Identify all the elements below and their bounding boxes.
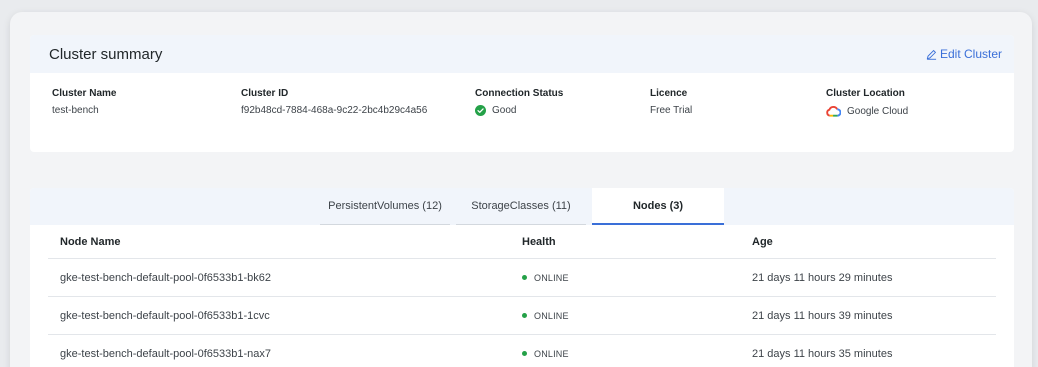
connection-status-value: Good [475, 105, 563, 116]
cluster-location-value: Google Cloud [826, 105, 908, 117]
age-cell: 21 days 11 hours 39 minutes [752, 309, 893, 322]
status-dot-icon [522, 351, 527, 356]
health-cell: ONLINE [522, 335, 569, 367]
resource-tabs: PersistentVolumes (12) StorageClasses (1… [30, 188, 1014, 225]
connection-status-label: Connection Status [475, 88, 564, 99]
licence-value: Free Trial [650, 105, 693, 116]
health-status-text: ONLINE [534, 272, 569, 283]
node-name-cell: gke-test-bench-default-pool-0f6533b1-bk6… [60, 271, 271, 284]
status-dot-icon [522, 275, 527, 280]
licence-label: Licence [650, 88, 688, 99]
table-row[interactable]: gke-test-bench-default-pool-0f6533b1-nax… [48, 335, 996, 367]
cluster-name-value: test-bench [52, 105, 99, 116]
header-node-name[interactable]: Node Name [60, 225, 121, 258]
age-cell: 21 days 11 hours 35 minutes [752, 347, 893, 360]
edit-cluster-label: Edit Cluster [939, 47, 1002, 61]
tab-persistent-volumes-label: PersistentVolumes (12) [328, 200, 442, 212]
cluster-id-value: f92b48cd-7884-468a-9c22-2bc4b29c4a56 [241, 105, 428, 116]
cluster-location-label: Cluster Location [826, 88, 905, 99]
connection-status-text: Good [492, 105, 517, 116]
pencil-icon [926, 49, 937, 60]
field-connection-status: Connection Status Good [475, 88, 563, 116]
resources-card: PersistentVolumes (12) StorageClasses (1… [30, 188, 1014, 367]
age-cell: 21 days 11 hours 29 minutes [752, 271, 893, 284]
field-cluster-id: Cluster ID f92b48cd-7884-468a-9c22-2bc4b… [241, 88, 427, 116]
cluster-summary-title: Cluster summary [49, 45, 163, 63]
tab-storage-classes-label: StorageClasses (11) [471, 200, 571, 212]
cluster-id-label: Cluster ID [241, 88, 289, 99]
tab-nodes[interactable]: Nodes (3) [592, 188, 724, 225]
status-dot-icon [522, 313, 527, 318]
cluster-summary-card: Cluster summary Edit Cluster Cluster Nam… [30, 35, 1014, 152]
field-cluster-name: Cluster Name test-bench [52, 88, 116, 116]
table-row[interactable]: gke-test-bench-default-pool-0f6533b1-bk6… [48, 259, 996, 297]
node-name-cell: gke-test-bench-default-pool-0f6533b1-nax… [60, 347, 271, 360]
table-row[interactable]: gke-test-bench-default-pool-0f6533b1-1cv… [48, 297, 996, 335]
header-age[interactable]: Age [752, 225, 773, 258]
health-status-text: ONLINE [534, 348, 569, 359]
table-header-row: Node Name Health Age [48, 225, 996, 259]
health-cell: ONLINE [522, 297, 569, 334]
node-name-cell: gke-test-bench-default-pool-0f6533b1-1cv… [60, 309, 270, 322]
health-status-text: ONLINE [534, 310, 569, 321]
health-cell: ONLINE [522, 259, 569, 296]
cluster-summary-header: Cluster summary Edit Cluster [30, 35, 1014, 73]
cluster-location-text: Google Cloud [847, 105, 909, 117]
google-cloud-icon [826, 106, 841, 117]
field-licence: Licence Free Trial [650, 88, 692, 116]
tab-persistent-volumes[interactable]: PersistentVolumes (12) [320, 188, 450, 225]
field-cluster-location: Cluster Location Google Cloud [826, 88, 908, 117]
tab-nodes-label: Nodes (3) [632, 199, 684, 212]
header-health[interactable]: Health [522, 225, 556, 258]
cluster-fields: Cluster Name test-bench Cluster ID f92b4… [30, 73, 1014, 152]
edit-cluster-link[interactable]: Edit Cluster [926, 47, 1002, 61]
nodes-table: Node Name Health Age gke-test-bench-defa… [48, 225, 996, 367]
tab-storage-classes[interactable]: StorageClasses (11) [456, 188, 586, 225]
cluster-name-label: Cluster Name [52, 88, 117, 99]
check-circle-icon [475, 105, 486, 116]
